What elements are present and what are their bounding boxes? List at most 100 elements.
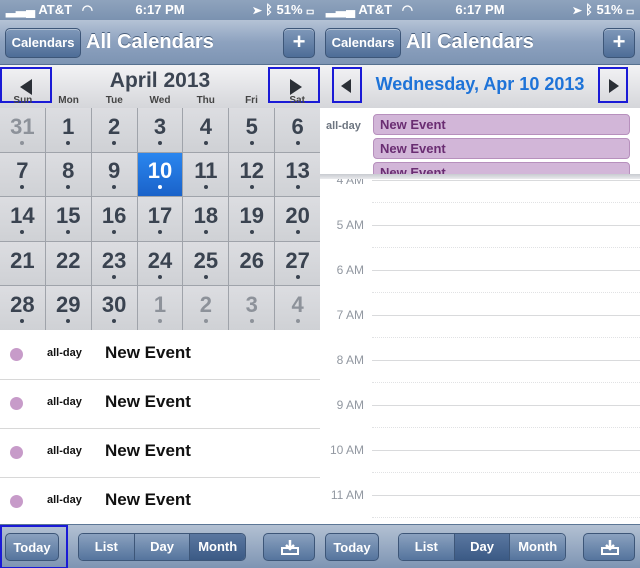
hour-timeline[interactable]: 4 AM 5 AM 6 AM 7 AM 8 AM 9 AM 10 AM 11 AM	[320, 179, 640, 524]
day-cell[interactable]: 11	[183, 152, 229, 197]
half-hour-line	[372, 292, 640, 293]
weekday-label: Tue	[105, 95, 123, 106]
day-cell[interactable]: 8	[45, 152, 91, 197]
day-cell[interactable]: 9	[91, 152, 137, 197]
day-cell[interactable]: 2	[183, 286, 229, 330]
day-cell[interactable]: 4	[183, 108, 229, 152]
day-cell[interactable]: 24	[137, 241, 183, 286]
segment-day[interactable]: Day	[134, 534, 191, 560]
event-indicator-dot	[20, 140, 25, 145]
day-cell[interactable]: 1	[137, 286, 183, 330]
calendar-color-dot	[10, 348, 23, 361]
calendars-button[interactable]: Calendars	[325, 28, 401, 58]
event-indicator-dot	[249, 319, 254, 324]
inbox-button[interactable]	[583, 533, 635, 561]
day-cell-selected[interactable]: 10	[137, 152, 183, 197]
day-number: 20	[285, 202, 310, 228]
inbox-button[interactable]	[263, 533, 315, 561]
day-cell[interactable]: 25	[183, 241, 229, 286]
day-cell[interactable]: 12	[229, 152, 275, 197]
day-cell[interactable]: 2	[91, 108, 137, 152]
day-cell[interactable]: 16	[91, 197, 137, 241]
day-cell[interactable]: 29	[45, 286, 91, 330]
event-time-label: all-day	[47, 445, 82, 457]
all-day-event[interactable]: New Event	[373, 114, 630, 135]
hour-row: 11 AM	[320, 488, 640, 524]
event-indicator-dot	[66, 185, 71, 190]
event-list-item[interactable]: all-day New Event	[0, 331, 320, 380]
all-day-event[interactable]: New Event	[373, 162, 630, 174]
day-cell[interactable]: 6	[275, 108, 320, 152]
calendar-color-dot	[10, 446, 23, 459]
event-list-item[interactable]: all-day New Event	[0, 429, 320, 478]
event-indicator-dot	[203, 185, 208, 190]
day-cell[interactable]: 27	[275, 241, 320, 286]
hour-label: 5 AM	[336, 218, 364, 232]
event-indicator-dot	[157, 319, 162, 324]
triangle-right-icon	[609, 79, 619, 93]
day-cell[interactable]: 20	[275, 197, 320, 241]
event-list-item[interactable]: all-day New Event	[0, 478, 320, 527]
day-number: 21	[10, 247, 35, 273]
day-cell[interactable]: 3	[229, 286, 275, 330]
day-cell[interactable]: 13	[275, 152, 320, 197]
next-day-button[interactable]	[598, 67, 628, 103]
day-cell[interactable]: 23	[91, 241, 137, 286]
hour-label: 4 AM	[336, 179, 364, 187]
hour-label: 10 AM	[329, 443, 364, 457]
event-title: New Event	[105, 490, 191, 509]
event-indicator-dot	[20, 319, 25, 324]
segment-month[interactable]: Month	[510, 534, 565, 560]
day-number: 1	[62, 113, 75, 139]
half-hour-line	[372, 382, 640, 383]
day-cell[interactable]: 7	[0, 152, 45, 197]
battery-percent: 51%	[596, 2, 623, 17]
day-cell[interactable]: 28	[0, 286, 45, 330]
status-bar: ▂▃▄ AT&T ◠ 6:17 PM ➤ ᛒ 51% ▭	[320, 0, 640, 20]
day-cell[interactable]: 30	[91, 286, 137, 330]
day-number: 6	[291, 113, 304, 139]
segment-list[interactable]: List	[79, 534, 135, 560]
bluetooth-icon: ᛒ	[265, 2, 273, 17]
event-time-label: all-day	[47, 396, 82, 408]
segment-day[interactable]: Day	[454, 534, 511, 560]
day-cell[interactable]: 3	[137, 108, 183, 152]
hour-row: 7 AM	[320, 308, 640, 360]
day-cell[interactable]: 18	[183, 197, 229, 241]
day-number: 12	[239, 158, 264, 184]
day-number: 31	[10, 113, 35, 139]
add-event-button[interactable]: +	[283, 28, 315, 58]
weekday-label: Wed	[149, 95, 171, 106]
day-cell[interactable]: 4	[275, 286, 320, 330]
hour-row: 8 AM	[320, 353, 640, 405]
event-indicator-dot	[157, 185, 162, 190]
day-cell[interactable]: 1	[45, 108, 91, 152]
day-cell[interactable]: 15	[45, 197, 91, 241]
hour-row: 6 AM	[320, 263, 640, 315]
half-hour-line	[372, 202, 640, 203]
segment-month[interactable]: Month	[190, 534, 245, 560]
day-cell[interactable]: 14	[0, 197, 45, 241]
day-cell[interactable]: 17	[137, 197, 183, 241]
today-button[interactable]: Today	[5, 533, 59, 561]
bottom-toolbar: Today List Day Month	[320, 524, 640, 568]
day-cell[interactable]: 26	[229, 241, 275, 286]
hour-label: 8 AM	[336, 353, 364, 367]
event-indicator-dot	[295, 185, 300, 190]
add-event-button[interactable]: +	[603, 28, 635, 58]
day-cell[interactable]: 22	[45, 241, 91, 286]
day-cell[interactable]: 21	[0, 241, 45, 286]
all-day-event[interactable]: New Event	[373, 138, 630, 159]
segment-list[interactable]: List	[399, 534, 455, 560]
today-button[interactable]: Today	[325, 533, 379, 561]
day-cell[interactable]: 19	[229, 197, 275, 241]
all-day-section: all-day New Event New Event New Event	[320, 108, 640, 174]
hour-row: 9 AM	[320, 398, 640, 450]
day-number: 13	[285, 158, 310, 184]
day-cell[interactable]: 5	[229, 108, 275, 152]
event-list-item[interactable]: all-day New Event	[0, 380, 320, 429]
hour-row: 4 AM	[320, 179, 640, 225]
day-cell[interactable]: 31	[0, 108, 45, 152]
calendars-button[interactable]: Calendars	[5, 28, 81, 58]
weekday-label: Fri	[245, 95, 258, 106]
